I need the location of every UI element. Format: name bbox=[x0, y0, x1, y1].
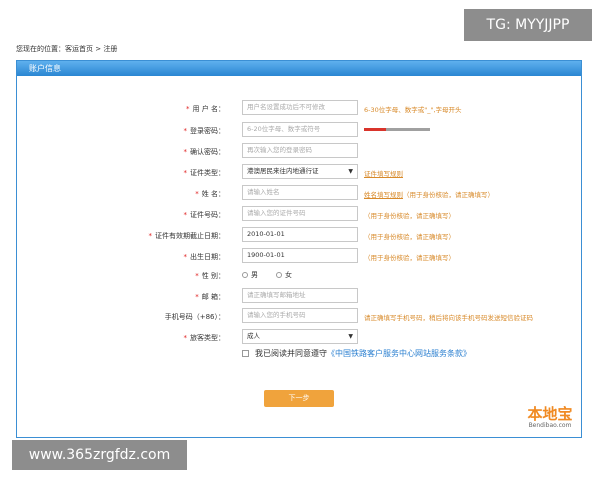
id-type-select[interactable]: 港澳居民来往内地通行证 ▼ bbox=[242, 164, 358, 179]
required-mark: * bbox=[148, 232, 153, 240]
birthday-label: * 出生日期： bbox=[183, 253, 226, 261]
page: TG: MYYJJPP 您现在的位置：客运首页 > 注册 账户信息 * 用 户 名… bbox=[0, 0, 600, 480]
required-mark: * bbox=[195, 272, 199, 280]
bendibao-logo: 本地宝 Bendibao.com bbox=[527, 405, 573, 429]
required-mark: * bbox=[183, 253, 188, 261]
panel-title: 账户信息 bbox=[17, 61, 581, 76]
chevron-down-icon: ▼ bbox=[348, 333, 353, 340]
required-mark: * bbox=[183, 127, 188, 135]
password-input[interactable]: 6-20位字母、数字或符号 bbox=[242, 122, 358, 137]
id-number-input[interactable]: 请输入您的证件号码 bbox=[242, 206, 358, 221]
name-rules-link[interactable]: 姓名填写规则 bbox=[364, 191, 403, 199]
id-rules-link[interactable]: 证件填写规则 bbox=[364, 168, 403, 178]
required-mark: * bbox=[195, 190, 199, 198]
watermark-top: TG: MYYJJPP bbox=[464, 9, 592, 41]
terms-checkbox[interactable] bbox=[242, 350, 249, 357]
birthday-input[interactable]: 1900-01-01 bbox=[242, 248, 358, 263]
name-label: * 姓 名： bbox=[195, 190, 225, 198]
passenger-type-label: * 旅客类型： bbox=[183, 334, 226, 342]
terms-link[interactable]: 《中国铁路客户服务中心网站服务条款》 bbox=[327, 349, 471, 358]
strength-bar-weak bbox=[364, 128, 386, 131]
required-mark: * bbox=[186, 105, 190, 113]
name-hint: 姓名填写规则（用于身份核验，请正确填写） bbox=[364, 191, 494, 199]
gender-male-radio[interactable]: 男 bbox=[242, 270, 258, 280]
email-input[interactable]: 请正确填写邮箱地址 bbox=[242, 288, 358, 303]
birthday-hint: （用于身份核验，请正确填写） bbox=[364, 254, 455, 262]
phone-label: 手机号码（+86）： bbox=[164, 313, 225, 321]
breadcrumb-home-link[interactable]: 客运首页 bbox=[65, 45, 93, 53]
expiry-hint: （用于身份核验，请正确填写） bbox=[364, 233, 455, 241]
username-input[interactable]: 用户名设置成功后不可修改 bbox=[242, 100, 358, 115]
required-mark: * bbox=[183, 148, 188, 156]
strength-bar-strong bbox=[408, 128, 430, 131]
gender-label: * 性 别： bbox=[195, 272, 225, 280]
breadcrumb-separator: > bbox=[93, 45, 104, 53]
required-mark: * bbox=[195, 293, 199, 301]
radio-circle-icon bbox=[276, 272, 282, 278]
breadcrumb: 您现在的位置：客运首页 > 注册 bbox=[16, 44, 117, 54]
breadcrumb-prefix: 您现在的位置： bbox=[16, 45, 65, 53]
terms-agreement: 我已阅读并同意遵守《中国铁路客户服务中心网站服务条款》 bbox=[242, 348, 471, 359]
required-mark: * bbox=[183, 334, 188, 342]
confirm-password-input[interactable]: 再次输入您的登录密码 bbox=[242, 143, 358, 158]
username-label: * 用 户 名： bbox=[186, 105, 225, 113]
required-mark: * bbox=[183, 211, 188, 219]
watermark-bottom: www.365zrgfdz.com bbox=[12, 440, 187, 470]
id-type-label: * 证件类型： bbox=[183, 169, 226, 177]
username-hint: 6-30位字母、数字或"_",字母开头 bbox=[364, 106, 462, 114]
email-label: * 邮 箱： bbox=[195, 293, 225, 301]
gender-female-radio[interactable]: 女 bbox=[276, 270, 292, 280]
expiry-label: * 证件有效期截止日期： bbox=[148, 232, 226, 240]
passenger-type-select[interactable]: 成人 ▼ bbox=[242, 329, 358, 344]
confirm-password-label: * 确认密码： bbox=[183, 148, 226, 156]
id-number-hint: （用于身份核验，请正确填写） bbox=[364, 212, 455, 220]
radio-circle-icon bbox=[242, 272, 248, 278]
required-mark: * bbox=[183, 169, 188, 177]
expiry-date-input[interactable]: 2010-01-01 bbox=[242, 227, 358, 242]
strength-bar-medium bbox=[386, 128, 408, 131]
breadcrumb-current: 注册 bbox=[103, 45, 118, 53]
phone-input[interactable]: 请输入您的手机号码 bbox=[242, 308, 358, 323]
id-number-label: * 证件号码： bbox=[183, 211, 226, 219]
phone-hint: 请正确填写手机号码，稍后将向该手机号码发送短信验证码 bbox=[364, 314, 533, 322]
password-label: * 登录密码： bbox=[183, 127, 226, 135]
name-input[interactable]: 请输入姓名 bbox=[242, 185, 358, 200]
next-button[interactable]: 下一步 bbox=[264, 390, 334, 407]
chevron-down-icon: ▼ bbox=[348, 168, 353, 175]
